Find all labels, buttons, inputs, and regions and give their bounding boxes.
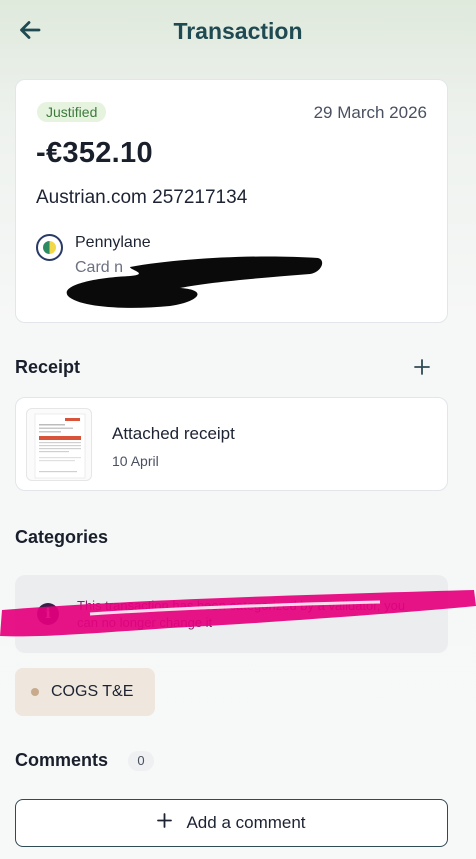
category-color-dot [31, 688, 39, 696]
account-logo-icon [36, 234, 63, 261]
category-chip-label: COGS T&E [51, 683, 134, 700]
transaction-amount: -€352.10 [36, 137, 153, 169]
receipt-thumbnail [26, 408, 92, 481]
add-comment-button[interactable]: Add a comment [15, 799, 448, 847]
category-chip[interactable]: COGS T&E [15, 668, 155, 716]
receipt-title: Attached receipt [112, 424, 235, 443]
category-locked-notice: i This transaction has been categorized … [15, 575, 448, 653]
account-card-number: Card n [75, 259, 124, 276]
categories-section-title: Categories [15, 527, 109, 547]
account-name: Pennylane [75, 234, 151, 251]
plus-icon [414, 358, 430, 380]
plus-icon [157, 813, 173, 833]
status-badge: Justified [37, 102, 107, 122]
receipt-item[interactable]: Attached receipt 10 April [15, 397, 448, 491]
comments-count-badge: 0 [128, 751, 154, 771]
receipt-section-title: Receipt [15, 357, 81, 377]
page-title: Transaction [173, 18, 303, 44]
add-receipt-button[interactable] [408, 355, 436, 383]
add-comment-label: Add a comment [186, 813, 306, 832]
transaction-card: Justified 29 March 2026 -€352.10 Austria… [15, 79, 448, 323]
comments-section-title: Comments [15, 750, 109, 770]
category-locked-text: This transaction has been categorized by… [77, 598, 406, 630]
transaction-date: 29 March 2026 [313, 103, 427, 122]
transaction-merchant: Austrian.com 257217134 [36, 187, 248, 208]
info-icon: i [37, 603, 59, 625]
app-header: Transaction [0, 0, 476, 66]
receipt-date: 10 April [112, 453, 159, 469]
